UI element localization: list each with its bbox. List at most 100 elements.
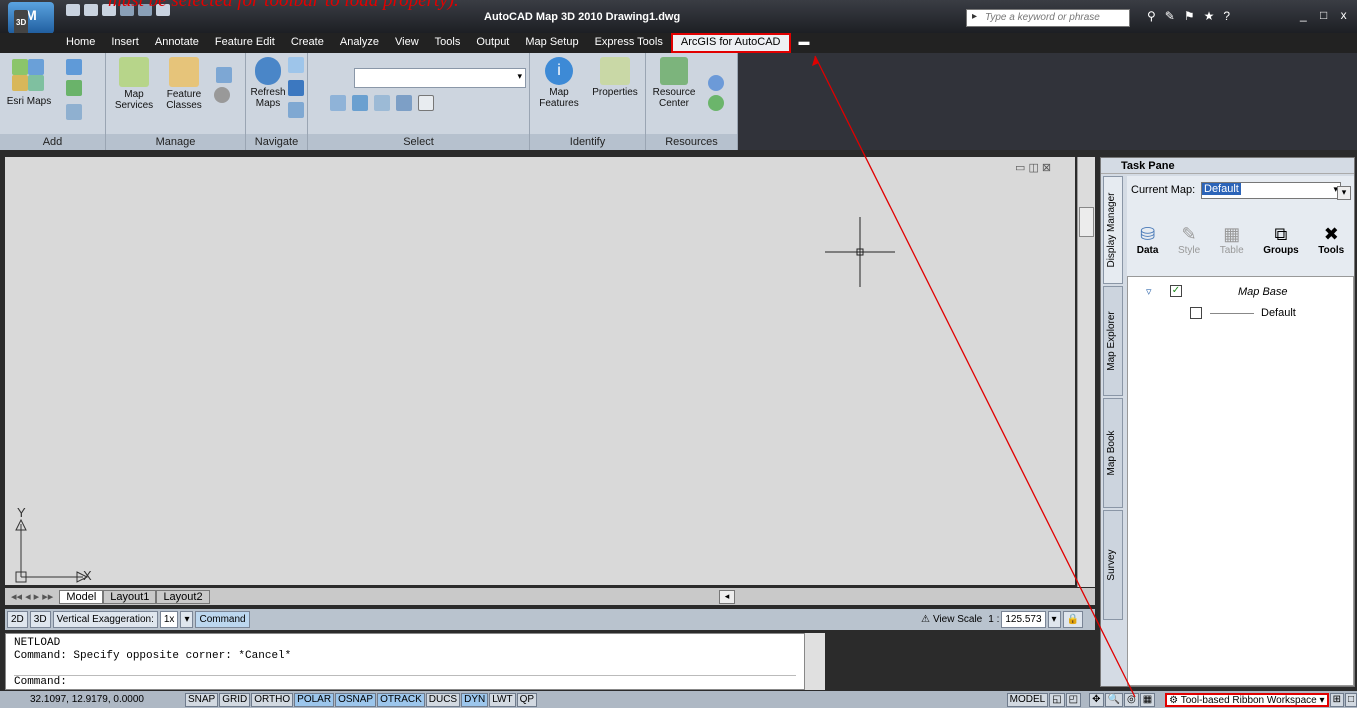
tab-map-setup[interactable]: Map Setup xyxy=(517,33,586,53)
globe-icon[interactable] xyxy=(214,87,230,103)
panel-navigate-title: Navigate xyxy=(246,134,307,150)
add-layer-icon[interactable] xyxy=(66,80,82,96)
expand-triangle-icon[interactable]: ▿ xyxy=(1146,285,1152,298)
data-button[interactable]: ⛁ Data xyxy=(1137,224,1159,256)
open-icon[interactable] xyxy=(84,4,98,16)
select-by-rectangle-icon[interactable] xyxy=(352,95,368,111)
zoom-status-icon[interactable]: 🔍 xyxy=(1104,692,1123,707)
table-button[interactable]: ▦ Table xyxy=(1220,224,1244,256)
help-icon-small[interactable] xyxy=(708,75,724,91)
lwt-toggle[interactable]: LWT xyxy=(489,692,516,707)
view-3d-button[interactable]: 3D xyxy=(29,611,51,628)
snap-toggle[interactable]: SNAP xyxy=(185,692,219,707)
toolbar-lock-icon[interactable]: ⊞ xyxy=(1329,692,1344,707)
command-prompt-input[interactable]: Command: xyxy=(14,676,796,689)
default-layer-checkbox[interactable] xyxy=(1190,307,1202,319)
tools-button[interactable]: ✖ Tools xyxy=(1318,224,1344,256)
showmotion-icon[interactable]: ▦ xyxy=(1139,692,1156,707)
tab-feature-edit[interactable]: Feature Edit xyxy=(207,33,283,53)
clean-screen-icon[interactable]: □ xyxy=(1344,692,1357,707)
otrack-toggle[interactable]: OTRACK xyxy=(377,692,425,707)
osnap-toggle[interactable]: OSNAP xyxy=(335,692,377,707)
tab-output[interactable]: Output xyxy=(468,33,517,53)
pan-status-icon[interactable]: ✥ xyxy=(1089,692,1104,707)
dyn-toggle[interactable]: DYN xyxy=(461,692,489,707)
vertical-exaggeration-value[interactable]: 1x xyxy=(159,611,179,628)
binoculars-icon[interactable]: ⚲ xyxy=(1147,9,1156,23)
table-icon[interactable] xyxy=(216,67,232,83)
tab-create[interactable]: Create xyxy=(283,33,332,53)
polar-toggle[interactable]: POLAR xyxy=(294,692,335,707)
zoom-icon[interactable] xyxy=(288,102,304,118)
tab-insert[interactable]: Insert xyxy=(103,33,147,53)
quick-view-layouts-icon[interactable]: ◱ xyxy=(1049,692,1065,707)
scale-value[interactable]: 125.573 xyxy=(1001,611,1046,628)
ortho-toggle[interactable]: ORTHO xyxy=(251,692,294,707)
back-arrow-icon[interactable] xyxy=(288,80,304,96)
workspace-switch-button[interactable]: ⚙ Tool-based Ribbon Workspace ▾ xyxy=(1165,692,1329,707)
select-by-line-icon[interactable] xyxy=(396,95,412,111)
esri-maps-button[interactable]: Esri Maps xyxy=(4,96,54,107)
grid-toggle[interactable]: GRID xyxy=(219,692,251,707)
tab-express-tools[interactable]: Express Tools xyxy=(587,33,671,53)
map-base-checkbox[interactable]: ✓ xyxy=(1170,285,1182,297)
select-by-point-icon[interactable] xyxy=(330,95,346,111)
ducs-toggle[interactable]: DUCS xyxy=(425,692,461,707)
hscroll-left-icon[interactable]: ◂ xyxy=(719,589,735,604)
ribbon-minimize-icon[interactable]: ▬ xyxy=(791,33,818,53)
viewport-controls[interactable]: ▭ ◫ ⊠ xyxy=(1015,161,1051,174)
tab-layout1[interactable]: Layout1 xyxy=(103,589,157,604)
drawing-canvas[interactable]: ▭ ◫ ⊠ Y X xyxy=(5,157,1075,585)
vert-exag-dropdown-icon[interactable]: ▾ xyxy=(180,611,194,628)
qp-toggle[interactable]: QP xyxy=(516,692,538,707)
tab-survey[interactable]: Survey xyxy=(1103,510,1123,620)
groups-button[interactable]: ⧉ Groups xyxy=(1263,224,1299,256)
application-menu-button[interactable]: M 3D xyxy=(8,2,54,36)
tab-model[interactable]: Model xyxy=(59,589,104,604)
command-button[interactable]: Command xyxy=(195,611,250,628)
style-button[interactable]: ✎ Style xyxy=(1178,224,1200,256)
scrollbar-thumb[interactable] xyxy=(1079,207,1094,237)
tab-arcgis-for-autocad[interactable]: ArcGIS for AutoCAD xyxy=(670,33,791,53)
tab-display-manager[interactable]: Display Manager xyxy=(1103,176,1123,284)
subscription-icon[interactable]: ⚑ xyxy=(1184,9,1195,23)
tab-map-book[interactable]: Map Book xyxy=(1103,398,1123,508)
refresh-maps-button[interactable]: Refresh Maps xyxy=(250,57,286,109)
tab-home[interactable]: Home xyxy=(58,33,103,53)
add-map-icon[interactable] xyxy=(66,59,82,75)
scale-dropdown-icon[interactable]: ▾ xyxy=(1047,611,1061,628)
feature-classes-button[interactable]: Feature Classes xyxy=(160,57,208,111)
map-features-button[interactable]: i Map Features xyxy=(534,57,584,109)
tab-analyze[interactable]: Analyze xyxy=(332,33,387,53)
current-map-dropdown[interactable]: Default ▾ xyxy=(1201,182,1341,199)
new-icon[interactable] xyxy=(66,4,80,16)
help-icon[interactable]: ? xyxy=(1223,9,1230,23)
tab-layout2[interactable]: Layout2 xyxy=(156,589,210,604)
select-layer-dropdown[interactable]: ▾ xyxy=(354,68,526,88)
tab-tools[interactable]: Tools xyxy=(427,33,469,53)
window-controls[interactable]: _ □ x xyxy=(1300,8,1352,22)
quick-view-drawings-icon[interactable]: ◰ xyxy=(1065,692,1082,707)
tab-annotate[interactable]: Annotate xyxy=(147,33,207,53)
pan-icon[interactable] xyxy=(288,57,304,73)
add-data-icon[interactable] xyxy=(66,104,82,120)
clear-selection-icon[interactable] xyxy=(418,95,434,111)
tab-map-explorer[interactable]: Map Explorer xyxy=(1103,286,1123,396)
command-line-scrollbar[interactable] xyxy=(805,633,825,690)
web-icon[interactable] xyxy=(708,95,724,111)
task-pane-dropdown-icon[interactable]: ▾ xyxy=(1337,186,1351,200)
steeringwheel-icon[interactable]: ◎ xyxy=(1123,692,1139,707)
layout-nav-arrows[interactable]: ◂◂ ◂ ▸ ▸▸ xyxy=(11,590,53,603)
comm-center-icon[interactable]: ✎ xyxy=(1165,9,1175,23)
properties-button[interactable]: Properties xyxy=(588,57,642,98)
select-by-polygon-icon[interactable] xyxy=(374,95,390,111)
model-space-button[interactable]: MODEL xyxy=(1006,692,1049,707)
resource-center-button[interactable]: Resource Center xyxy=(648,57,700,109)
lock-icon[interactable]: 🔒 xyxy=(1062,611,1083,628)
drawing-vertical-scrollbar[interactable] xyxy=(1077,157,1095,587)
view-2d-button[interactable]: 2D xyxy=(7,611,28,628)
help-search-input[interactable]: Type a keyword or phrase xyxy=(966,9,1130,27)
favorites-icon[interactable]: ★ xyxy=(1204,9,1215,23)
tab-view[interactable]: View xyxy=(387,33,427,53)
map-services-button[interactable]: Map Services xyxy=(110,57,158,111)
